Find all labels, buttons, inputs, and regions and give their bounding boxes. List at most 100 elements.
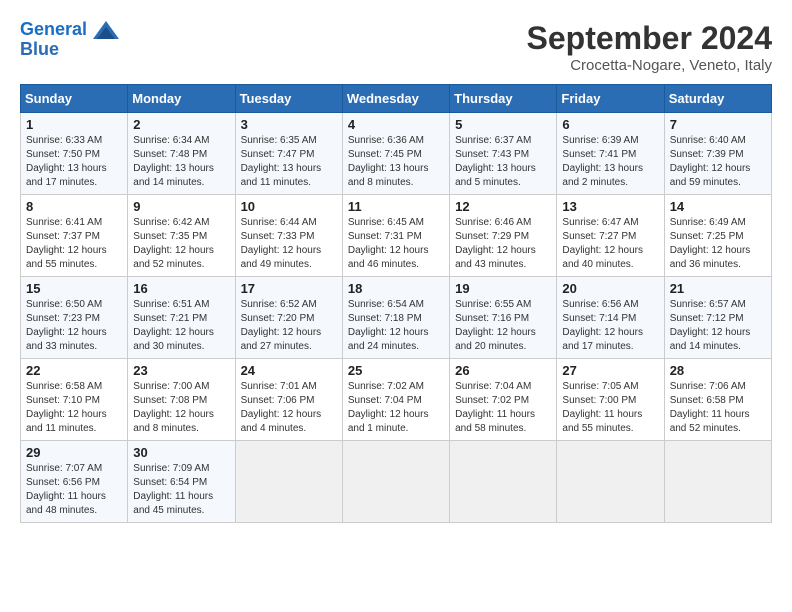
calendar-cell — [342, 441, 449, 523]
calendar-cell: 18 Sunrise: 6:54 AMSunset: 7:18 PMDayligh… — [342, 277, 449, 359]
weekday-header: Tuesday — [235, 85, 342, 113]
day-number: 30 — [133, 445, 229, 460]
calendar-cell: 25 Sunrise: 7:02 AMSunset: 7:04 PMDayligh… — [342, 359, 449, 441]
day-info: Sunrise: 6:33 AMSunset: 7:50 PMDaylight:… — [26, 134, 122, 190]
day-info: Sunrise: 6:36 AMSunset: 7:45 PMDaylight:… — [348, 134, 444, 190]
day-number: 17 — [241, 281, 337, 296]
day-number: 10 — [241, 199, 337, 214]
calendar-cell: 7Sunrise: 6:40 AMSunset: 7:39 PMDaylight… — [664, 113, 771, 195]
calendar-cell: 22 Sunrise: 6:58 AMSunset: 7:10 PMDayligh… — [21, 359, 128, 441]
calendar-cell: 9Sunrise: 6:42 AMSunset: 7:35 PMDaylight… — [128, 195, 235, 277]
day-number: 16 — [133, 281, 229, 296]
day-info: Sunrise: 7:04 AMSunset: 7:02 PMDaylight:… — [455, 380, 551, 436]
day-number: 27 — [562, 363, 658, 378]
day-number: 24 — [241, 363, 337, 378]
day-info: Sunrise: 6:46 AMSunset: 7:29 PMDaylight:… — [455, 216, 551, 272]
day-number: 12 — [455, 199, 551, 214]
calendar-cell: 8 Sunrise: 6:41 AMSunset: 7:37 PMDaylight… — [21, 195, 128, 277]
day-info: Sunrise: 6:37 AMSunset: 7:43 PMDaylight:… — [455, 134, 551, 190]
day-number: 28 — [670, 363, 766, 378]
day-info: Sunrise: 6:54 AMSunset: 7:18 PMDaylight:… — [348, 298, 444, 354]
calendar-cell: 11 Sunrise: 6:45 AMSunset: 7:31 PMDayligh… — [342, 195, 449, 277]
day-number: 11 — [348, 199, 444, 214]
day-info: Sunrise: 6:45 AMSunset: 7:31 PMDaylight:… — [348, 216, 444, 272]
calendar-cell: 21 Sunrise: 6:57 AMSunset: 7:12 PMDayligh… — [664, 277, 771, 359]
title-section: September 2024 Crocetta-Nogare, Veneto, … — [527, 20, 772, 74]
day-info: Sunrise: 6:49 AMSunset: 7:25 PMDaylight:… — [670, 216, 766, 272]
day-number: 23 — [133, 363, 229, 378]
calendar-cell: 12 Sunrise: 6:46 AMSunset: 7:29 PMDayligh… — [450, 195, 557, 277]
day-number: 19 — [455, 281, 551, 296]
day-number: 2 — [133, 117, 229, 132]
calendar-cell: 3 Sunrise: 6:35 AMSunset: 7:47 PMDaylight… — [235, 113, 342, 195]
calendar-cell: 26 Sunrise: 7:04 AMSunset: 7:02 PMDayligh… — [450, 359, 557, 441]
calendar-cell: 19 Sunrise: 6:55 AMSunset: 7:16 PMDayligh… — [450, 277, 557, 359]
day-info: Sunrise: 6:41 AMSunset: 7:37 PMDaylight:… — [26, 216, 122, 272]
day-number: 20 — [562, 281, 658, 296]
day-info: Sunrise: 7:05 AMSunset: 7:00 PMDaylight:… — [562, 380, 658, 436]
calendar-cell: 2 Sunrise: 6:34 AMSunset: 7:48 PMDaylight… — [128, 113, 235, 195]
day-number: 26 — [455, 363, 551, 378]
weekday-header: Monday — [128, 85, 235, 113]
day-info: Sunrise: 7:02 AMSunset: 7:04 PMDaylight:… — [348, 380, 444, 436]
calendar-cell: 16 Sunrise: 6:51 AMSunset: 7:21 PMDayligh… — [128, 277, 235, 359]
day-number: 18 — [348, 281, 444, 296]
weekday-header: Wednesday — [342, 85, 449, 113]
day-number: 21 — [670, 281, 766, 296]
calendar-cell: 30 Sunrise: 7:09 AMSunset: 6:54 PMDayligh… — [128, 441, 235, 523]
day-info: Sunrise: 6:55 AMSunset: 7:16 PMDaylight:… — [455, 298, 551, 354]
day-number: 29 — [26, 445, 122, 460]
day-number: 6 — [562, 117, 658, 132]
day-number: 1 — [26, 117, 122, 132]
calendar-cell — [450, 441, 557, 523]
calendar-cell — [664, 441, 771, 523]
header: General Blue September 2024 Crocetta-Nog… — [20, 20, 772, 74]
day-info: Sunrise: 7:01 AMSunset: 7:06 PMDaylight:… — [241, 380, 337, 436]
day-info: Sunrise: 6:39 AMSunset: 7:41 PMDaylight:… — [562, 134, 658, 190]
day-info: Sunrise: 6:34 AMSunset: 7:48 PMDaylight:… — [133, 134, 229, 190]
day-info: Sunrise: 6:51 AMSunset: 7:21 PMDaylight:… — [133, 298, 229, 354]
day-info: Sunrise: 7:07 AMSunset: 6:56 PMDaylight:… — [26, 462, 122, 518]
month-title: September 2024 — [527, 20, 772, 57]
day-number: 15 — [26, 281, 122, 296]
day-info: Sunrise: 7:06 AMSunset: 6:58 PMDaylight:… — [670, 380, 766, 436]
logo: General Blue — [20, 20, 120, 60]
calendar-cell — [235, 441, 342, 523]
logo-subtext: Blue — [20, 40, 120, 60]
calendar-cell: 4 Sunrise: 6:36 AMSunset: 7:45 PMDaylight… — [342, 113, 449, 195]
calendar-cell: 5 Sunrise: 6:37 AMSunset: 7:43 PMDaylight… — [450, 113, 557, 195]
calendar-cell: 27 Sunrise: 7:05 AMSunset: 7:00 PMDayligh… — [557, 359, 664, 441]
day-number: 8 — [26, 199, 122, 214]
day-info: Sunrise: 6:52 AMSunset: 7:20 PMDaylight:… — [241, 298, 337, 354]
day-info: Sunrise: 6:50 AMSunset: 7:23 PMDaylight:… — [26, 298, 122, 354]
day-number: 4 — [348, 117, 444, 132]
calendar-cell: 14 Sunrise: 6:49 AMSunset: 7:25 PMDayligh… — [664, 195, 771, 277]
day-number: 5 — [455, 117, 551, 132]
day-number: 22 — [26, 363, 122, 378]
calendar-cell: 28 Sunrise: 7:06 AMSunset: 6:58 PMDayligh… — [664, 359, 771, 441]
day-number: 9 — [133, 199, 229, 214]
calendar-cell: 10Sunrise: 6:44 AMSunset: 7:33 PMDayligh… — [235, 195, 342, 277]
day-info: Sunrise: 6:56 AMSunset: 7:14 PMDaylight:… — [562, 298, 658, 354]
weekday-header: Thursday — [450, 85, 557, 113]
day-info: Sunrise: 6:40 AMSunset: 7:39 PMDaylight:… — [670, 134, 766, 190]
calendar-cell: 15 Sunrise: 6:50 AMSunset: 7:23 PMDayligh… — [21, 277, 128, 359]
calendar-cell: 13Sunrise: 6:47 AMSunset: 7:27 PMDayligh… — [557, 195, 664, 277]
day-info: Sunrise: 6:57 AMSunset: 7:12 PMDaylight:… — [670, 298, 766, 354]
calendar-cell: 29 Sunrise: 7:07 AMSunset: 6:56 PMDayligh… — [21, 441, 128, 523]
calendar-cell: 23 Sunrise: 7:00 AMSunset: 7:08 PMDayligh… — [128, 359, 235, 441]
day-number: 3 — [241, 117, 337, 132]
weekday-header: Sunday — [21, 85, 128, 113]
calendar-cell: 20 Sunrise: 6:56 AMSunset: 7:14 PMDayligh… — [557, 277, 664, 359]
location-title: Crocetta-Nogare, Veneto, Italy — [527, 57, 772, 74]
day-number: 25 — [348, 363, 444, 378]
weekday-header: Friday — [557, 85, 664, 113]
day-number: 14 — [670, 199, 766, 214]
day-info: Sunrise: 6:58 AMSunset: 7:10 PMDaylight:… — [26, 380, 122, 436]
day-info: Sunrise: 7:09 AMSunset: 6:54 PMDaylight:… — [133, 462, 229, 518]
calendar-cell: 1 Sunrise: 6:33 AMSunset: 7:50 PMDaylight… — [21, 113, 128, 195]
day-info: Sunrise: 7:00 AMSunset: 7:08 PMDaylight:… — [133, 380, 229, 436]
calendar-cell: 17 Sunrise: 6:52 AMSunset: 7:20 PMDayligh… — [235, 277, 342, 359]
calendar-cell — [557, 441, 664, 523]
day-info: Sunrise: 6:35 AMSunset: 7:47 PMDaylight:… — [241, 134, 337, 190]
